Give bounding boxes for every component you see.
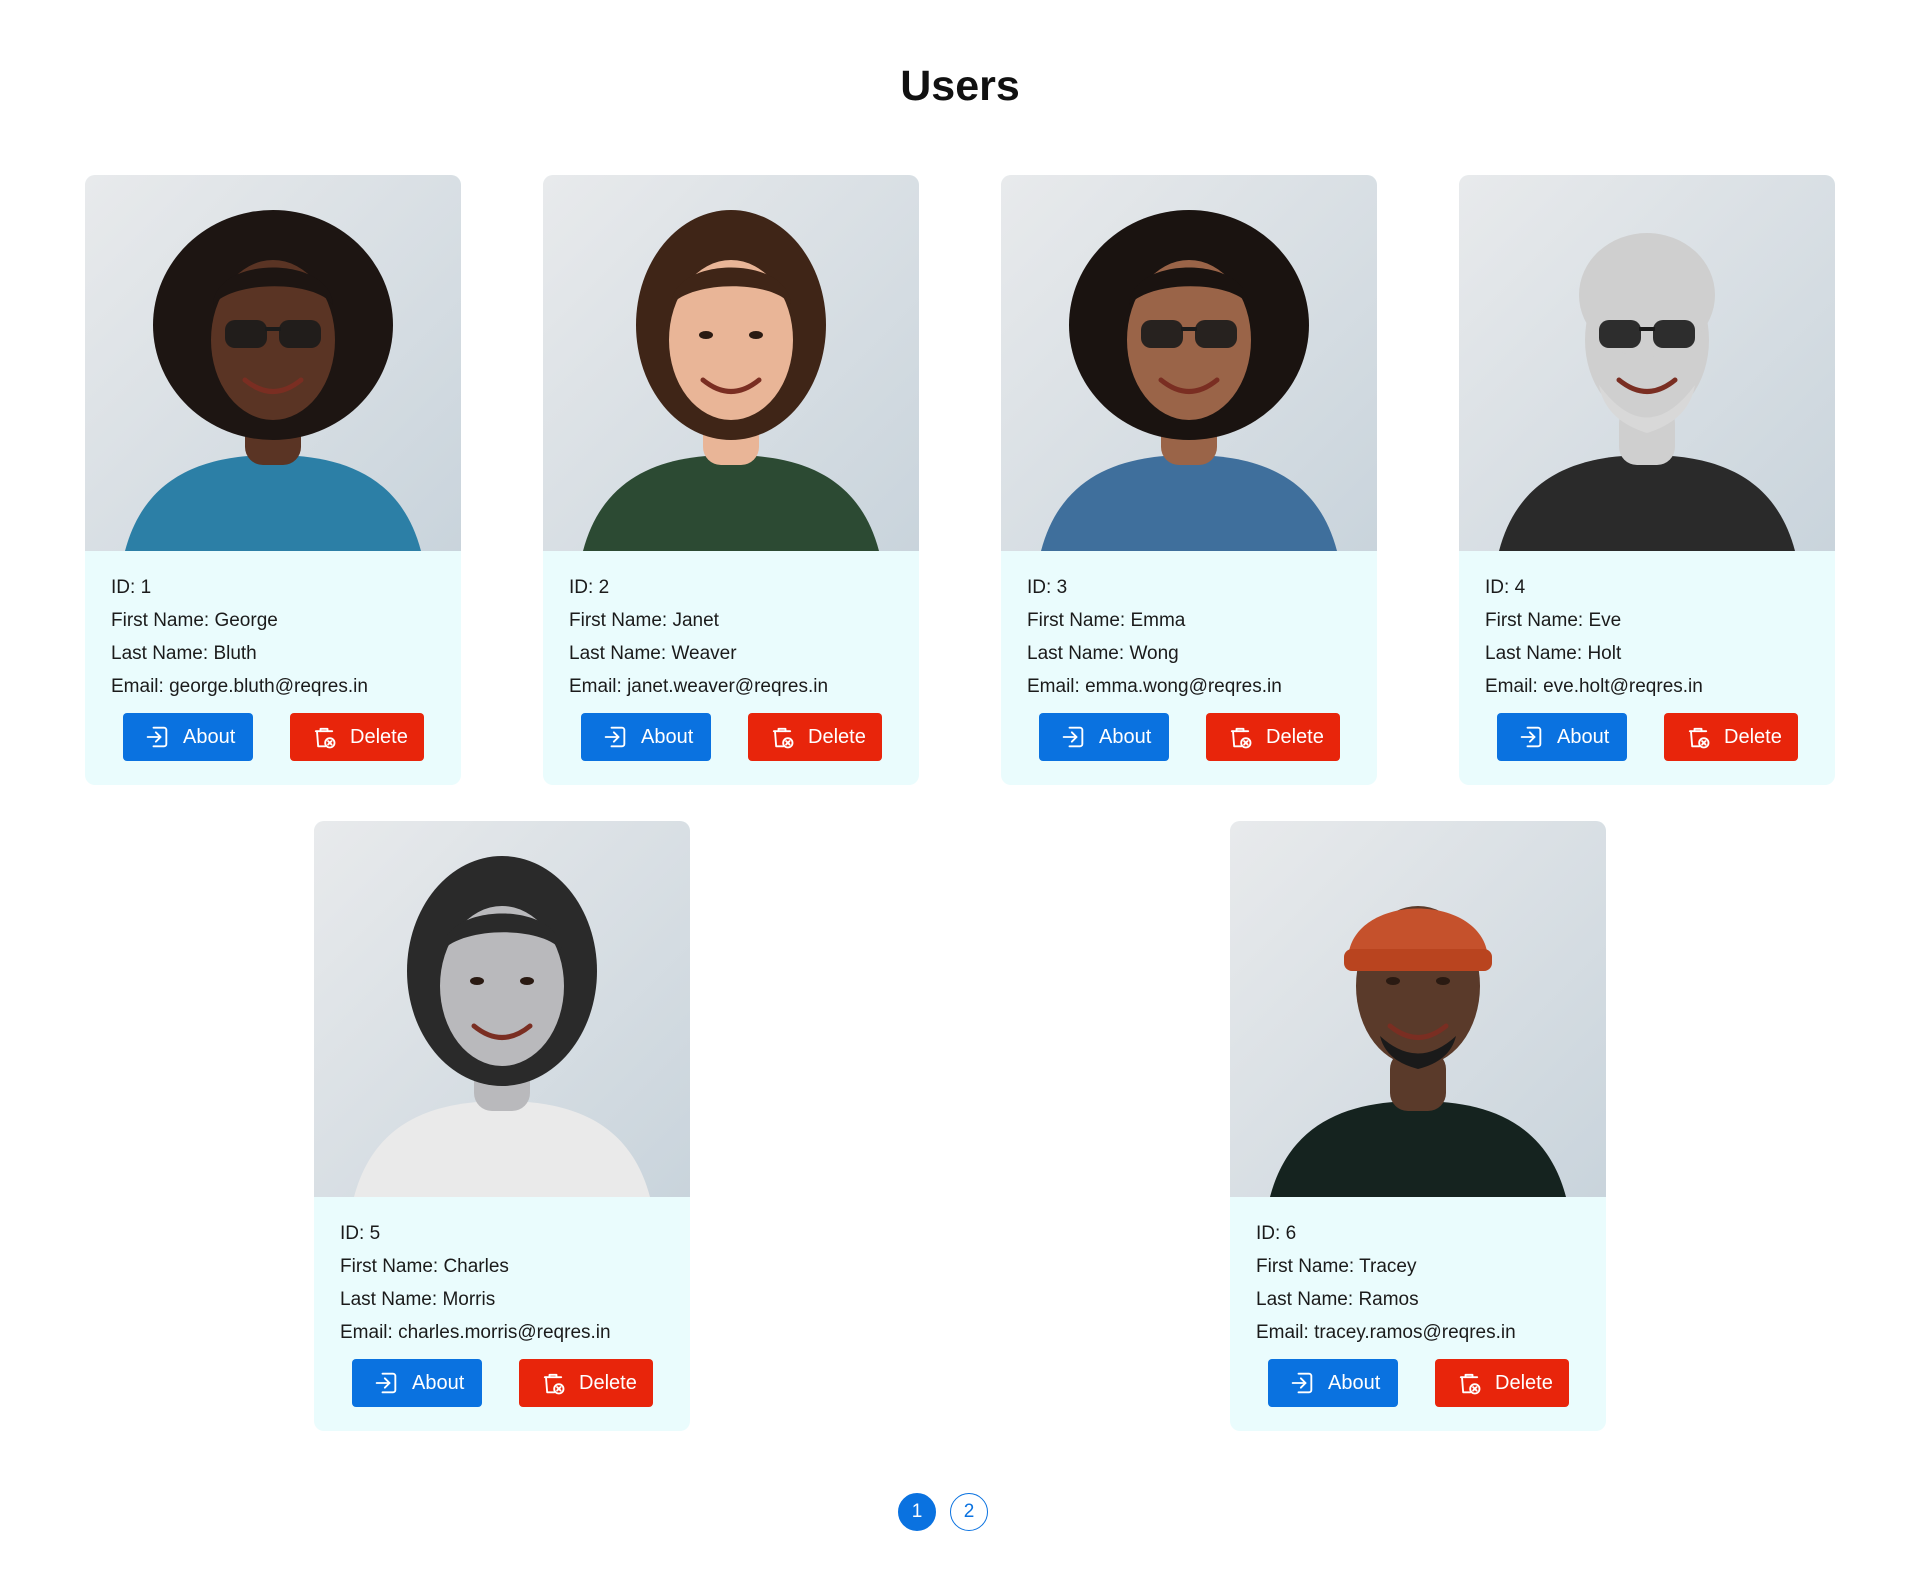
about-button-label: About <box>1328 1371 1381 1394</box>
about-button-label: About <box>183 725 236 748</box>
user-avatar <box>543 175 919 551</box>
login-icon <box>1288 1369 1316 1397</box>
about-button[interactable]: About <box>1039 713 1169 761</box>
user-first-name: First Name: Tracey <box>1256 1256 1417 1277</box>
trash-icon <box>768 723 796 751</box>
user-info: ID: 1 First Name: George Last Name: Blut… <box>111 571 451 703</box>
delete-button[interactable]: Delete <box>519 1359 653 1407</box>
user-card: ID: 5 First Name: Charles Last Name: Mor… <box>314 821 690 1431</box>
user-avatar <box>314 821 690 1197</box>
trash-icon <box>1684 723 1712 751</box>
login-icon <box>1517 723 1545 751</box>
trash-icon <box>539 1369 567 1397</box>
user-id: ID: 1 <box>111 577 152 598</box>
user-id: ID: 4 <box>1485 577 1526 598</box>
delete-button[interactable]: Delete <box>748 713 882 761</box>
page-title: Users <box>900 62 1020 110</box>
about-button-label: About <box>641 725 694 748</box>
user-id: ID: 6 <box>1256 1223 1297 1244</box>
user-last-name: Last Name: Morris <box>340 1289 496 1310</box>
page-1-button[interactable]: 1 <box>898 1493 936 1531</box>
login-icon <box>143 723 171 751</box>
pagination: 1 2 <box>898 1493 988 1531</box>
user-email: Email: eve.holt@reqres.in <box>1485 676 1703 697</box>
user-info: ID: 6 First Name: Tracey Last Name: Ramo… <box>1256 1217 1596 1349</box>
delete-button[interactable]: Delete <box>1435 1359 1569 1407</box>
user-first-name: First Name: Emma <box>1027 610 1186 631</box>
user-info: ID: 2 First Name: Janet Last Name: Weave… <box>569 571 909 703</box>
user-last-name: Last Name: Ramos <box>1256 1289 1419 1310</box>
trash-icon <box>310 723 338 751</box>
delete-button-label: Delete <box>808 725 866 748</box>
user-avatar <box>1230 821 1606 1197</box>
delete-button[interactable]: Delete <box>1664 713 1798 761</box>
user-info: ID: 4 First Name: Eve Last Name: Holt Em… <box>1485 571 1825 703</box>
login-icon <box>372 1369 400 1397</box>
about-button-label: About <box>1557 725 1610 748</box>
user-avatar <box>1001 175 1377 551</box>
trash-icon <box>1455 1369 1483 1397</box>
user-email: Email: janet.weaver@reqres.in <box>569 676 829 697</box>
delete-button[interactable]: Delete <box>1206 713 1340 761</box>
user-id: ID: 5 <box>340 1223 381 1244</box>
user-last-name: Last Name: Wong <box>1027 643 1179 664</box>
user-avatar <box>85 175 461 551</box>
user-card: ID: 4 First Name: Eve Last Name: Holt Em… <box>1459 175 1835 785</box>
user-card: ID: 3 First Name: Emma Last Name: Wong E… <box>1001 175 1377 785</box>
trash-icon <box>1226 723 1254 751</box>
delete-button[interactable]: Delete <box>290 713 424 761</box>
delete-button-label: Delete <box>1495 1371 1553 1394</box>
user-info: ID: 5 First Name: Charles Last Name: Mor… <box>340 1217 680 1349</box>
delete-button-label: Delete <box>1266 725 1324 748</box>
about-button-label: About <box>1099 725 1152 748</box>
about-button[interactable]: About <box>1497 713 1627 761</box>
user-info: ID: 3 First Name: Emma Last Name: Wong E… <box>1027 571 1367 703</box>
about-button-label: About <box>412 1371 465 1394</box>
page-2-button[interactable]: 2 <box>950 1493 988 1531</box>
user-email: Email: emma.wong@reqres.in <box>1027 676 1282 697</box>
login-icon <box>601 723 629 751</box>
about-button[interactable]: About <box>352 1359 482 1407</box>
user-email: Email: george.bluth@reqres.in <box>111 676 368 697</box>
delete-button-label: Delete <box>579 1371 637 1394</box>
user-id: ID: 3 <box>1027 577 1068 598</box>
user-last-name: Last Name: Weaver <box>569 643 737 664</box>
user-first-name: First Name: Janet <box>569 610 719 631</box>
user-first-name: First Name: Eve <box>1485 610 1622 631</box>
user-first-name: First Name: Charles <box>340 1256 509 1277</box>
delete-button-label: Delete <box>350 725 408 748</box>
user-avatar <box>1459 175 1835 551</box>
user-first-name: First Name: George <box>111 610 278 631</box>
about-button[interactable]: About <box>123 713 253 761</box>
about-button[interactable]: About <box>581 713 711 761</box>
login-icon <box>1059 723 1087 751</box>
user-last-name: Last Name: Bluth <box>111 643 257 664</box>
user-card: ID: 2 First Name: Janet Last Name: Weave… <box>543 175 919 785</box>
user-last-name: Last Name: Holt <box>1485 643 1622 664</box>
user-email: Email: tracey.ramos@reqres.in <box>1256 1322 1516 1343</box>
user-id: ID: 2 <box>569 577 610 598</box>
user-card: ID: 6 First Name: Tracey Last Name: Ramo… <box>1230 821 1606 1431</box>
user-card: ID: 1 First Name: George Last Name: Blut… <box>85 175 461 785</box>
user-email: Email: charles.morris@reqres.in <box>340 1322 611 1343</box>
delete-button-label: Delete <box>1724 725 1782 748</box>
about-button[interactable]: About <box>1268 1359 1398 1407</box>
